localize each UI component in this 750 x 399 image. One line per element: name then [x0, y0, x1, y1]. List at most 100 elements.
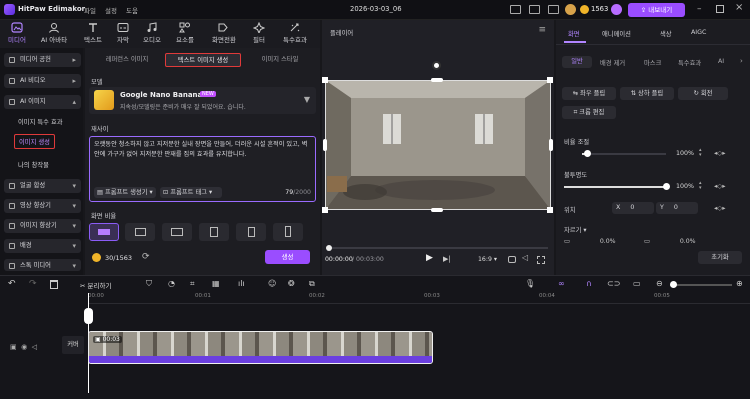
zoom-knob[interactable]	[670, 281, 677, 288]
avatar[interactable]	[565, 4, 576, 15]
ratio-option-1[interactable]	[89, 223, 119, 241]
rotate-handle-icon[interactable]	[432, 61, 441, 70]
crop-icon[interactable]: ⌗	[190, 279, 195, 289]
zoom-in-icon[interactable]: ⊕	[736, 279, 743, 288]
ai-icon[interactable]: ❂	[288, 279, 295, 288]
volume-icon[interactable]: ◁	[522, 253, 528, 262]
sidebar-item-image-enhancer[interactable]: 이미지 향상기 ▾	[4, 219, 81, 233]
face-icon[interactable]: ☺	[268, 279, 276, 288]
position-y-field[interactable]: Y0	[656, 202, 698, 214]
close-icon[interactable]: ×	[735, 2, 743, 13]
tool-transition[interactable]: 화면전환	[206, 20, 242, 48]
subtab-effects[interactable]: 특수효과	[678, 58, 701, 67]
split-button[interactable]: ✂ 분리하기	[80, 280, 111, 290]
rotate-button[interactable]: ↻ 회전	[678, 87, 728, 100]
timeline-ruler[interactable]: 00:00 00:01 00:02 00:03 00:04 00:05	[88, 293, 750, 304]
preview-menu-icon[interactable]: ≡	[538, 25, 546, 35]
crop-top-field[interactable]: ▭ 0.0%	[644, 238, 714, 246]
subtab-general[interactable]: 일반	[562, 56, 592, 68]
play-icon[interactable]: ▶	[426, 253, 433, 263]
link-icon[interactable]: ∞	[558, 279, 565, 288]
sidebar-item-stock-media[interactable]: 스톡 미디어 ▾	[4, 259, 81, 271]
redo-icon[interactable]: ↷	[29, 279, 37, 289]
shield-icon[interactable]: ⛉	[146, 279, 152, 289]
caption-icon[interactable]: ▭	[633, 279, 641, 288]
playback-progress-track[interactable]	[328, 247, 548, 249]
lock-icon[interactable]: ▣	[10, 343, 17, 351]
keyframe-controls[interactable]: ◂◇▸	[714, 182, 726, 190]
sidebar-subitem-image-effects[interactable]: 이미지 특수 효과	[18, 117, 63, 126]
refresh-icon[interactable]: ⟳	[142, 252, 150, 262]
ratio-option-4[interactable]	[199, 223, 229, 241]
eye-icon[interactable]: ◉	[21, 343, 27, 351]
resize-handle-top-left[interactable]	[322, 77, 328, 83]
speed-icon[interactable]: ◔	[168, 279, 175, 288]
menu-file[interactable]: 파일	[84, 5, 96, 15]
sidebar-subitem-image-generate[interactable]: 이미지 생성	[14, 134, 55, 149]
delete-icon[interactable]	[50, 280, 58, 289]
sidebar-subitem-my-creations[interactable]: 나의 창작물	[18, 160, 49, 169]
tab-animation[interactable]: 애니메이션	[602, 29, 631, 38]
menu-settings[interactable]: 설정	[105, 5, 117, 15]
sidebar-item-media[interactable]: 미디어 공헌 ▸	[4, 53, 81, 67]
resize-handle-bottom-left[interactable]	[322, 207, 328, 213]
flip-vertical-button[interactable]: ⇅ 상하 플립	[620, 87, 674, 100]
zoom-slider[interactable]	[670, 284, 732, 286]
audio-wave-icon[interactable]: ılı	[238, 279, 245, 288]
tab-aigc[interactable]: AIGC	[691, 29, 706, 36]
sidebar-item-background[interactable]: 배경 ▾	[4, 239, 81, 253]
stepper-icon[interactable]: ▴ ▾	[699, 181, 702, 191]
resize-handle-left[interactable]	[323, 139, 327, 151]
replace-icon[interactable]: ⧉	[309, 279, 315, 289]
playhead-marker[interactable]	[84, 308, 93, 324]
freeze-icon[interactable]: ▦	[212, 279, 220, 288]
resize-handle-top[interactable]	[431, 78, 443, 82]
reset-button[interactable]: 초기화	[698, 251, 742, 264]
skip-forward-icon[interactable]: ▶|	[443, 255, 451, 263]
tab-image-style[interactable]: 이미지 스타일	[245, 53, 315, 67]
tool-subtitle[interactable]: 자막	[108, 20, 138, 48]
sidebar-item-ai-image[interactable]: AI 이미지 ▴	[4, 95, 81, 109]
resize-handle-bottom[interactable]	[431, 208, 443, 212]
ratio-option-6[interactable]	[273, 223, 303, 241]
tool-elements[interactable]: 요소를	[170, 20, 200, 48]
undo-icon[interactable]: ↶	[8, 279, 16, 289]
flip-horizontal-button[interactable]: ⇆ 좌우 플립	[562, 87, 616, 100]
ratio-option-5[interactable]	[236, 223, 266, 241]
keyframe-controls[interactable]: ◂◇▸	[714, 149, 726, 157]
tab-text-to-image[interactable]: 텍스트 이미지 생성	[165, 53, 241, 67]
tab-screen[interactable]: 화면	[568, 29, 580, 38]
generate-button[interactable]: 생성	[265, 250, 310, 264]
track-cover-label[interactable]: 커버	[62, 336, 84, 354]
zoom-out-icon[interactable]: ⊖	[656, 279, 663, 288]
sidebar-item-video-enhancer[interactable]: 영상 향상기 ▾	[4, 199, 81, 213]
opacity-value[interactable]: 100%	[676, 150, 694, 157]
keyboard-icon[interactable]	[510, 5, 521, 14]
magnet-icon[interactable]: ∩	[586, 279, 592, 288]
mail-icon[interactable]	[548, 5, 559, 14]
sidebar-item-ai-video[interactable]: AI 비디오 ▸	[4, 74, 81, 88]
crop-left-field[interactable]: ▭ 0.0%	[564, 238, 634, 246]
chevron-right-icon[interactable]: ›	[740, 57, 743, 65]
crop-edit-button[interactable]: ⌗ 크롭 편집	[562, 106, 616, 119]
subtab-mask[interactable]: 마스크	[644, 58, 661, 67]
fullscreen-icon[interactable]	[537, 256, 545, 264]
keyframe-controls[interactable]: ◂◇▸	[714, 204, 726, 212]
maximize-icon[interactable]	[716, 5, 724, 13]
aspect-ratio-select[interactable]: 16:9 ▾	[478, 256, 497, 263]
subtab-ai[interactable]: AI	[718, 58, 724, 65]
mic-icon[interactable]: 🎙	[525, 279, 535, 288]
screen-icon[interactable]	[529, 5, 540, 14]
tool-filter[interactable]: 필터	[244, 20, 274, 48]
tool-audio[interactable]: 오디오	[137, 20, 167, 48]
tool-media[interactable]: 미디어	[2, 20, 32, 48]
tab-color[interactable]: 색상	[660, 29, 672, 38]
playhead-knob[interactable]	[326, 245, 332, 251]
resize-handle-right[interactable]	[549, 139, 553, 151]
subtab-remove-bg[interactable]: 배경 제거	[600, 58, 625, 67]
audio-mute-icon[interactable]: ◁	[32, 343, 37, 351]
minimize-icon[interactable]: –	[697, 4, 702, 14]
resize-handle-bottom-right[interactable]	[547, 207, 553, 213]
prompt-input[interactable]: 오랫동안 청소하지 않고 지저분한 실내 장면을 만들어, 더러운 시설 흔적이…	[89, 136, 316, 202]
upgrade-icon[interactable]	[611, 4, 622, 15]
